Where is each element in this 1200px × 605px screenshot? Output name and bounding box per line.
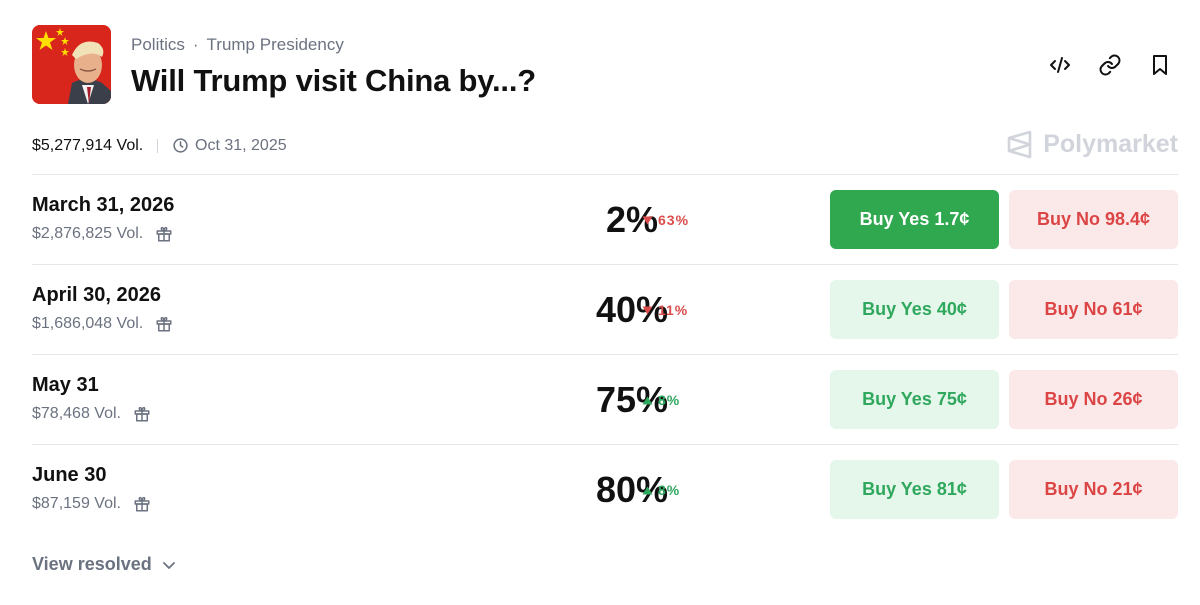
link-icon[interactable]: [1098, 53, 1122, 77]
up-arrow-icon: [642, 396, 653, 405]
buy-yes-label: Buy Yes: [862, 479, 932, 499]
outcome-change-value: 8%: [658, 482, 681, 498]
view-resolved-button[interactable]: View resolved: [32, 554, 176, 575]
buy-no-price: 98.4¢: [1104, 209, 1151, 229]
outcome-change: 8%: [642, 482, 680, 498]
breadcrumb-separator: ·: [192, 35, 199, 54]
outcome-volume: $78,468 Vol.: [32, 405, 151, 423]
buy-yes-button[interactable]: Buy Yes 1.7¢: [830, 190, 999, 249]
market-header: Politics · Trump Presidency Will Trump vis…: [32, 25, 1172, 105]
outcome-volume: $87,159 Vol.: [32, 495, 151, 513]
outcome-row[interactable]: April 30, 2026 $1,686,048 Vol. 40% 11% Buy Y…: [32, 264, 1178, 354]
outcome-change: 8%: [642, 392, 680, 408]
buy-yes-button[interactable]: Buy Yes 75¢: [830, 370, 999, 429]
down-arrow-icon: [642, 306, 653, 315]
breadcrumb: Politics · Trump Presidency: [131, 35, 344, 55]
buy-yes-price: 40¢: [936, 299, 967, 319]
code-embed-icon[interactable]: [1048, 53, 1072, 77]
outcome-volume-label: $87,159 Vol.: [32, 495, 121, 512]
breadcrumb-subcategory[interactable]: Trump Presidency: [207, 35, 344, 54]
outcome-row[interactable]: June 30 $87,159 Vol. 80% 8% Buy Yes 81¢ Buy N…: [32, 444, 1178, 534]
buy-yes-button[interactable]: Buy Yes 40¢: [830, 280, 999, 339]
outcome-change-value: 8%: [658, 392, 681, 408]
buy-no-label: Buy No: [1044, 479, 1108, 499]
buy-yes-price: 81¢: [936, 479, 967, 499]
market-thumbnail[interactable]: [32, 25, 111, 104]
chevron-down-icon: [162, 561, 175, 569]
bookmark-icon[interactable]: [1148, 53, 1172, 77]
brand[interactable]: Polymarket: [1006, 130, 1178, 159]
gift-icon[interactable]: [133, 495, 151, 513]
outcome-change-value: 11%: [658, 302, 689, 318]
outcome-percent: 80%: [595, 469, 669, 510]
buy-yes-label: Buy Yes: [862, 299, 932, 319]
total-volume: $5,277,914 Vol.: [32, 137, 144, 154]
outcome-volume-label: $1,686,048 Vol.: [32, 315, 144, 332]
buy-no-button[interactable]: Buy No 98.4¢: [1009, 190, 1178, 249]
outcomes-list: March 31, 2026 $2,876,825 Vol. 2% 63% Buy Ye…: [32, 174, 1178, 534]
outcome-date: April 30, 2026: [32, 284, 161, 306]
market-meta: $5,277,914 Vol. Oct 31, 2025 Polymarket: [32, 130, 1178, 159]
polymarket-logo-icon: [1007, 130, 1032, 159]
outcome-date: March 31, 2026: [32, 194, 175, 216]
outcome-volume: $1,686,048 Vol.: [32, 315, 173, 333]
outcome-volume-label: $2,876,825 Vol.: [32, 225, 144, 242]
brand-name: Polymarket: [1043, 130, 1178, 158]
clock-icon: [173, 138, 188, 153]
down-arrow-icon: [642, 216, 653, 225]
buy-no-button[interactable]: Buy No 21¢: [1009, 460, 1178, 519]
gift-icon[interactable]: [155, 225, 173, 243]
outcome-volume: $2,876,825 Vol.: [32, 225, 173, 243]
outcome-change: 11%: [642, 302, 688, 318]
buy-no-label: Buy No: [1044, 389, 1108, 409]
outcome-change: 63%: [642, 212, 689, 228]
buy-yes-label: Buy Yes: [859, 209, 930, 229]
buy-no-label: Buy No: [1044, 299, 1108, 319]
buy-yes-price: 75¢: [936, 389, 967, 409]
buy-no-button[interactable]: Buy No 61¢: [1009, 280, 1178, 339]
gift-icon[interactable]: [155, 315, 173, 333]
end-date: Oct 31, 2025: [195, 137, 287, 154]
buy-yes-label: Buy Yes: [862, 389, 932, 409]
outcome-percent: 75%: [595, 379, 669, 420]
outcome-row[interactable]: May 31 $78,468 Vol. 75% 8% Buy Yes 75¢ Buy No…: [32, 354, 1178, 444]
buy-yes-price: 1.7¢: [934, 209, 970, 229]
header-actions: [1048, 53, 1172, 77]
outcome-date: June 30: [32, 464, 107, 486]
up-arrow-icon: [642, 486, 653, 495]
view-resolved-label: View resolved: [32, 554, 152, 574]
buy-yes-button[interactable]: Buy Yes 81¢: [830, 460, 999, 519]
outcome-row[interactable]: March 31, 2026 $2,876,825 Vol. 2% 63% Buy Ye…: [32, 174, 1178, 264]
market-title: Will Trump visit China by...?: [131, 63, 536, 98]
market-image: [32, 25, 111, 104]
buy-no-price: 21¢: [1112, 479, 1143, 499]
outcome-change-value: 63%: [658, 212, 690, 228]
buy-no-price: 61¢: [1112, 299, 1143, 319]
outcome-volume-label: $78,468 Vol.: [32, 405, 121, 422]
gift-icon[interactable]: [133, 405, 151, 423]
breadcrumb-category[interactable]: Politics: [131, 35, 185, 54]
buy-no-price: 26¢: [1112, 389, 1143, 409]
buy-no-label: Buy No: [1036, 209, 1100, 229]
outcome-date: May 31: [32, 374, 99, 396]
meta-divider: [157, 139, 158, 153]
buy-no-button[interactable]: Buy No 26¢: [1009, 370, 1178, 429]
